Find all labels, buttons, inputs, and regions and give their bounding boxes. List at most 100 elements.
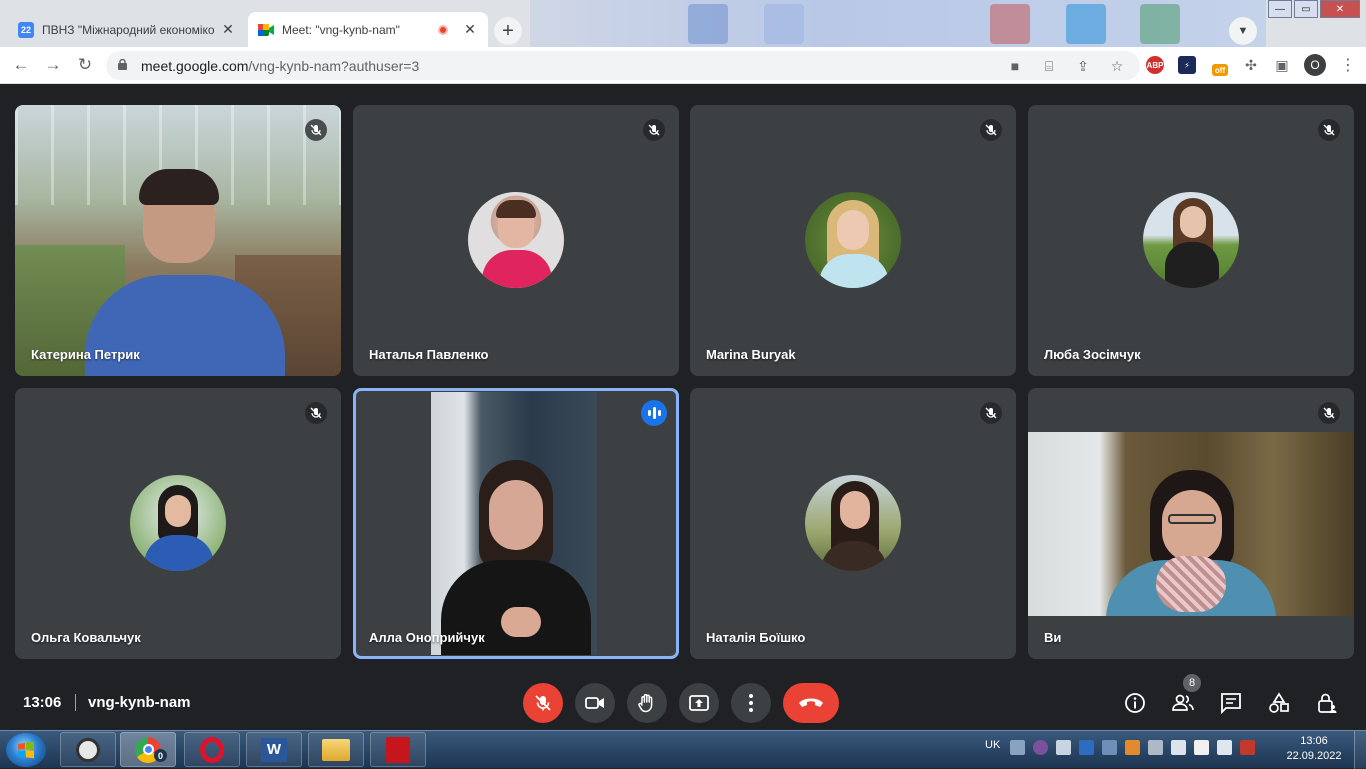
chat-icon [1221, 693, 1241, 714]
bookmark-star-icon[interactable]: ☆ [1108, 57, 1126, 75]
leave-call-button[interactable] [783, 683, 839, 723]
calendar-favicon-icon: 22 [18, 21, 34, 38]
taskbar-skype[interactable] [60, 732, 116, 767]
folder-icon [322, 738, 350, 761]
close-tab-icon[interactable]: ✕ [462, 21, 478, 38]
network-share-tray-icon[interactable] [1102, 740, 1117, 755]
signal-tray-icon[interactable] [1171, 740, 1186, 755]
word-icon: W [261, 737, 287, 762]
browser-tab-strip: 22 ПВНЗ "Міжнародний економіко ✕ Meet: "… [0, 0, 1366, 47]
share-icon[interactable]: ⇪ [1074, 57, 1092, 75]
translate-icon[interactable]: ⌸ [1040, 57, 1058, 75]
system-tray [1010, 740, 1255, 755]
windows-logo-icon [18, 741, 34, 759]
back-button[interactable]: ← [11, 55, 31, 75]
participant-tile[interactable]: Наталья Павленко [353, 105, 679, 376]
participant-tile[interactable]: Наталія Боїшко [690, 388, 1016, 659]
window-controls: — ▭ ✕ [1266, 0, 1360, 18]
app-tray-icon[interactable] [1125, 740, 1140, 755]
microphone-toggle-button[interactable] [523, 683, 563, 723]
more-vert-icon [749, 694, 753, 712]
muted-mic-icon [980, 119, 1002, 141]
system-date: 22.09.2022 [1286, 750, 1342, 762]
tab-university[interactable]: 22 ПВНЗ "Міжнародний економіко ✕ [8, 12, 246, 47]
meeting-code: vng-kynb-nam [88, 694, 191, 711]
browser-menu-icon[interactable]: ⋮ [1340, 55, 1356, 75]
close-tab-icon[interactable]: ✕ [220, 21, 236, 38]
side-panel-icon[interactable]: ▣ [1273, 56, 1291, 74]
acrobat-icon [386, 736, 410, 763]
muted-mic-icon [1318, 119, 1340, 141]
windows-taskbar: 0 W UK 13:06 22.09.2022 [0, 730, 1366, 769]
off-extension-icon[interactable]: off [1212, 64, 1228, 76]
participant-tile[interactable]: Ольга Ковальчук [15, 388, 341, 659]
meeting-time: 13:06 [23, 694, 62, 711]
vpn-extension-icon[interactable]: ⚡ [1178, 56, 1196, 74]
participant-video [431, 392, 597, 655]
taskbar-acrobat[interactable] [370, 732, 426, 767]
meeting-details-button[interactable] [1122, 690, 1148, 716]
profile-avatar[interactable]: O [1304, 54, 1326, 76]
meet-favicon-icon [258, 22, 274, 38]
chat-button[interactable] [1218, 690, 1244, 716]
participant-name: Люба Зосімчук [1044, 347, 1141, 362]
taskbar-opera[interactable] [184, 732, 240, 767]
camera-toggle-button[interactable] [575, 683, 615, 723]
participant-tile[interactable]: Marina Buryak [690, 105, 1016, 376]
participant-name: Ольга Ковальчук [31, 630, 141, 645]
people-icon [1172, 694, 1194, 711]
opera-icon [200, 736, 224, 763]
close-window-button[interactable]: ✕ [1320, 0, 1360, 18]
desktop-icon [764, 4, 804, 44]
participant-name: Marina Buryak [706, 347, 796, 362]
taskbar-chrome[interactable]: 0 [120, 732, 176, 767]
host-controls-button[interactable] [1314, 690, 1340, 716]
activities-button[interactable] [1266, 690, 1292, 716]
raise-hand-button[interactable] [627, 683, 667, 723]
info-icon [1125, 693, 1145, 713]
usb-tray-icon[interactable] [1148, 740, 1163, 755]
start-button[interactable] [6, 733, 46, 767]
system-clock[interactable]: 13:06 22.09.2022 [1284, 734, 1344, 764]
address-bar[interactable]: meet.google.com/vng-kynb-nam?authuser=3 … [106, 51, 1140, 80]
minimize-button[interactable]: — [1268, 0, 1292, 18]
muted-mic-icon [305, 402, 327, 424]
tab-search-button[interactable]: ▼ [1229, 17, 1257, 45]
volume-tray-icon[interactable] [1217, 740, 1232, 755]
reload-button[interactable]: ↻ [75, 55, 95, 75]
speaker-muted-tray-icon[interactable] [1240, 740, 1255, 755]
activities-shapes-icon [1269, 692, 1289, 713]
muted-mic-icon [980, 402, 1002, 424]
maximize-button[interactable]: ▭ [1294, 0, 1318, 18]
bluetooth-tray-icon[interactable] [1079, 740, 1094, 755]
desktop-icon [990, 4, 1030, 44]
participant-avatar [130, 474, 226, 571]
people-button[interactable] [1170, 690, 1196, 716]
link-tray-icon[interactable] [1056, 740, 1071, 755]
present-screen-button[interactable] [679, 683, 719, 723]
extensions-puzzle-icon[interactable]: ✣ [1242, 56, 1260, 74]
adblock-extension-icon[interactable]: ABP [1146, 56, 1164, 74]
lock-icon [118, 59, 127, 70]
participant-video [1028, 432, 1354, 616]
desktop-icon [1066, 4, 1106, 44]
keyboard-tray-icon[interactable] [1010, 740, 1025, 755]
flag-tray-icon[interactable] [1194, 740, 1209, 755]
forward-button[interactable]: → [43, 55, 63, 75]
more-options-button[interactable] [731, 683, 771, 723]
taskbar-word[interactable]: W [246, 732, 302, 767]
participant-tile-self[interactable]: Ви [1028, 388, 1354, 659]
browser-toolbar: ← → ↻ meet.google.com/vng-kynb-nam?authu… [0, 47, 1366, 84]
tab-meet[interactable]: Meet: "vng-kynb-nam" ✕ [248, 12, 488, 47]
new-tab-button[interactable]: + [494, 17, 522, 45]
participant-tile-speaking[interactable]: Алла Оноприйчук [353, 388, 679, 659]
url-host: meet.google.com [141, 58, 249, 74]
viber-tray-icon[interactable] [1033, 740, 1048, 755]
url-path: /vng-kynb-nam?authuser=3 [248, 58, 420, 74]
participant-tile[interactable]: Катерина Петрик [15, 105, 341, 376]
camera-in-use-icon[interactable]: ■ [1006, 57, 1024, 75]
participant-tile[interactable]: Люба Зосімчук [1028, 105, 1354, 376]
taskbar-explorer[interactable] [308, 732, 364, 767]
input-language[interactable]: UK [985, 739, 1000, 751]
show-desktop-button[interactable] [1354, 731, 1366, 769]
